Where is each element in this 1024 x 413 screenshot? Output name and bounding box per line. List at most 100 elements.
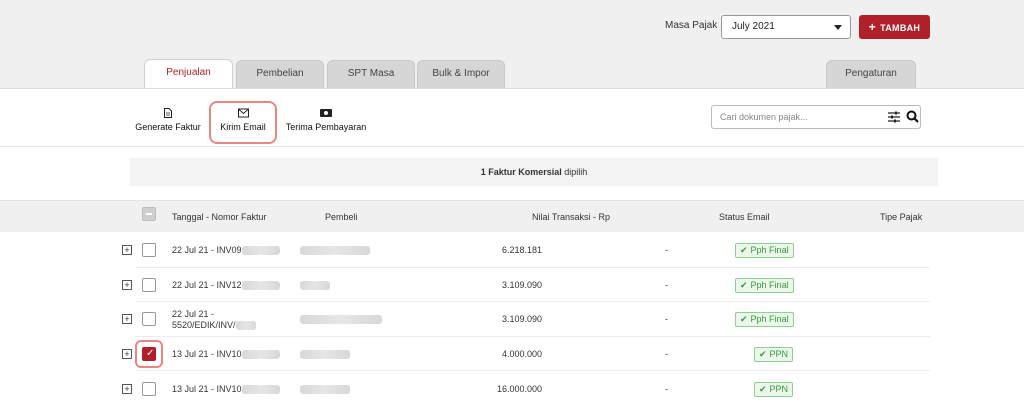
row-tanggal: 22 Jul 21 - INV09	[172, 245, 307, 256]
search-icon[interactable]	[906, 110, 919, 123]
selection-suffix: dipilih	[561, 167, 588, 177]
row-tanggal: 13 Jul 21 - INV10	[172, 349, 307, 360]
redacted-text	[241, 350, 280, 360]
row-status-email: -	[665, 280, 668, 290]
tipe-pajak-badge: ✔ PPN	[754, 347, 794, 362]
col-tipe-pajak[interactable]: Tipe Pajak	[880, 212, 922, 222]
check-icon: ✔	[759, 349, 767, 359]
row-tanggal: 13 Jul 21 - INV10	[172, 384, 307, 395]
row-nilai: 6.218.181	[501, 245, 542, 255]
checkbox-highlight	[135, 340, 163, 368]
tab-label: Pembelian	[256, 68, 304, 79]
col-nilai-transaksi[interactable]: Nilai Transaksi - Rp	[532, 212, 610, 222]
toolbar-divider	[0, 146, 1024, 147]
redacted-text	[300, 246, 370, 256]
col-status-email[interactable]: Status Email	[719, 212, 770, 222]
expand-plus-icon[interactable]: +	[122, 245, 132, 255]
row-tanggal: 22 Jul 21 - INV12	[172, 280, 307, 291]
money-icon	[320, 109, 332, 117]
tipe-pajak-badge: ✔ Pph Final	[735, 243, 794, 258]
filter-sliders-icon[interactable]	[888, 111, 900, 123]
row-pembeli	[300, 349, 350, 360]
row-tanggal: 22 Jul 21 -5520/EDIK/INV/	[172, 309, 307, 331]
tab-pembelian[interactable]: Pembelian	[236, 60, 324, 88]
row-pembeli	[300, 384, 350, 395]
tanggal-text: 22 Jul 21 - INV12	[172, 280, 242, 290]
expand-plus-icon[interactable]: +	[122, 349, 132, 359]
tab-penjualan[interactable]: Penjualan	[144, 59, 233, 89]
selection-count: 1 Faktur Komersial	[480, 167, 562, 177]
row-pembeli	[300, 245, 370, 256]
tab-spt-masa[interactable]: SPT Masa	[327, 60, 415, 88]
row-checkbox[interactable]	[142, 243, 156, 257]
tipe-pajak-text: Pph Final	[750, 245, 789, 255]
check-icon: ✔	[740, 314, 748, 324]
tambah-label: TAMBAH	[880, 23, 921, 33]
masa-pajak-value: July 2021	[732, 21, 775, 32]
check-icon: ✔	[759, 384, 767, 394]
row-checkbox[interactable]	[142, 278, 156, 292]
row-checkbox[interactable]	[142, 312, 156, 326]
tab-pengaturan[interactable]: Pengaturan	[826, 60, 916, 88]
selection-summary: 1 Faktur Komersial dipilih	[130, 158, 938, 186]
check-icon: ✔	[740, 245, 748, 255]
redacted-text	[300, 385, 350, 395]
tanggal-text: 22 Jul 21 - INV09	[172, 245, 242, 255]
redacted-text	[241, 281, 280, 291]
redacted-text	[241, 385, 280, 395]
row-nilai: 3.109.090	[501, 314, 542, 324]
redacted-text	[300, 315, 382, 325]
tanggal-text: 13 Jul 21 - INV10	[172, 384, 242, 394]
plus-icon: +	[868, 20, 877, 34]
redacted-text	[235, 321, 256, 331]
select-all-checkbox[interactable]	[142, 207, 156, 221]
col-pembeli[interactable]: Pembeli	[325, 212, 358, 222]
row-status-email: -	[665, 384, 668, 394]
row-status-email: -	[665, 349, 668, 359]
tipe-pajak-text: PPN	[769, 349, 789, 359]
row-divider	[135, 370, 930, 371]
masa-pajak-label: Masa Pajak	[665, 20, 718, 31]
row-pembeli	[300, 314, 382, 325]
redacted-text	[241, 246, 280, 256]
redacted-text	[300, 350, 350, 360]
tambah-button[interactable]: + TAMBAH	[859, 15, 930, 39]
chevron-down-icon	[834, 25, 842, 30]
terima-pembayaran-label: Terima Pembayaran	[285, 122, 367, 132]
tab-label: Bulk & Impor	[432, 68, 490, 79]
tab-label: Pengaturan	[845, 68, 897, 79]
tab-label: Penjualan	[166, 67, 211, 78]
row-pembeli	[300, 280, 330, 291]
masa-pajak-select[interactable]: July 2021	[721, 15, 851, 39]
tipe-pajak-badge: ✔ Pph Final	[735, 278, 794, 293]
generate-faktur-button[interactable]: Generate Faktur	[135, 108, 201, 132]
tipe-pajak-badge: ✔ Pph Final	[735, 312, 794, 327]
tanggal-text: 22 Jul 21 -	[172, 309, 215, 319]
generate-faktur-label: Generate Faktur	[135, 122, 201, 132]
tanggal-text: 13 Jul 21 - INV10	[172, 349, 242, 359]
tanggal-text-line2: 5520/EDIK/INV/	[172, 320, 236, 330]
check-icon: ✔	[740, 280, 748, 290]
expand-plus-icon[interactable]: +	[122, 384, 132, 394]
tipe-pajak-text: PPN	[769, 384, 789, 394]
row-status-email: -	[665, 245, 668, 255]
tab-label: SPT Masa	[347, 68, 395, 79]
row-divider	[135, 301, 930, 302]
row-checkbox[interactable]	[142, 382, 156, 396]
expand-plus-icon[interactable]: +	[122, 280, 132, 290]
row-nilai: 3.109.090	[501, 280, 542, 290]
col-tanggal[interactable]: Tanggal - Nomor Faktur	[172, 212, 267, 222]
document-icon	[164, 108, 172, 118]
row-status-email: -	[665, 314, 668, 324]
tipe-pajak-text: Pph Final	[750, 280, 789, 290]
row-nilai: 16.000.000	[496, 384, 542, 394]
terima-pembayaran-button[interactable]: Terima Pembayaran	[285, 108, 367, 132]
search-box	[711, 105, 921, 129]
tab-bulk-impor[interactable]: Bulk & Impor	[417, 60, 505, 88]
kirim-email-highlight	[209, 101, 277, 144]
redacted-text	[300, 281, 330, 291]
row-nilai: 4.000.000	[501, 349, 542, 359]
search-input[interactable]	[720, 110, 880, 124]
tipe-pajak-badge: ✔ PPN	[754, 382, 794, 397]
expand-plus-icon[interactable]: +	[122, 314, 132, 324]
